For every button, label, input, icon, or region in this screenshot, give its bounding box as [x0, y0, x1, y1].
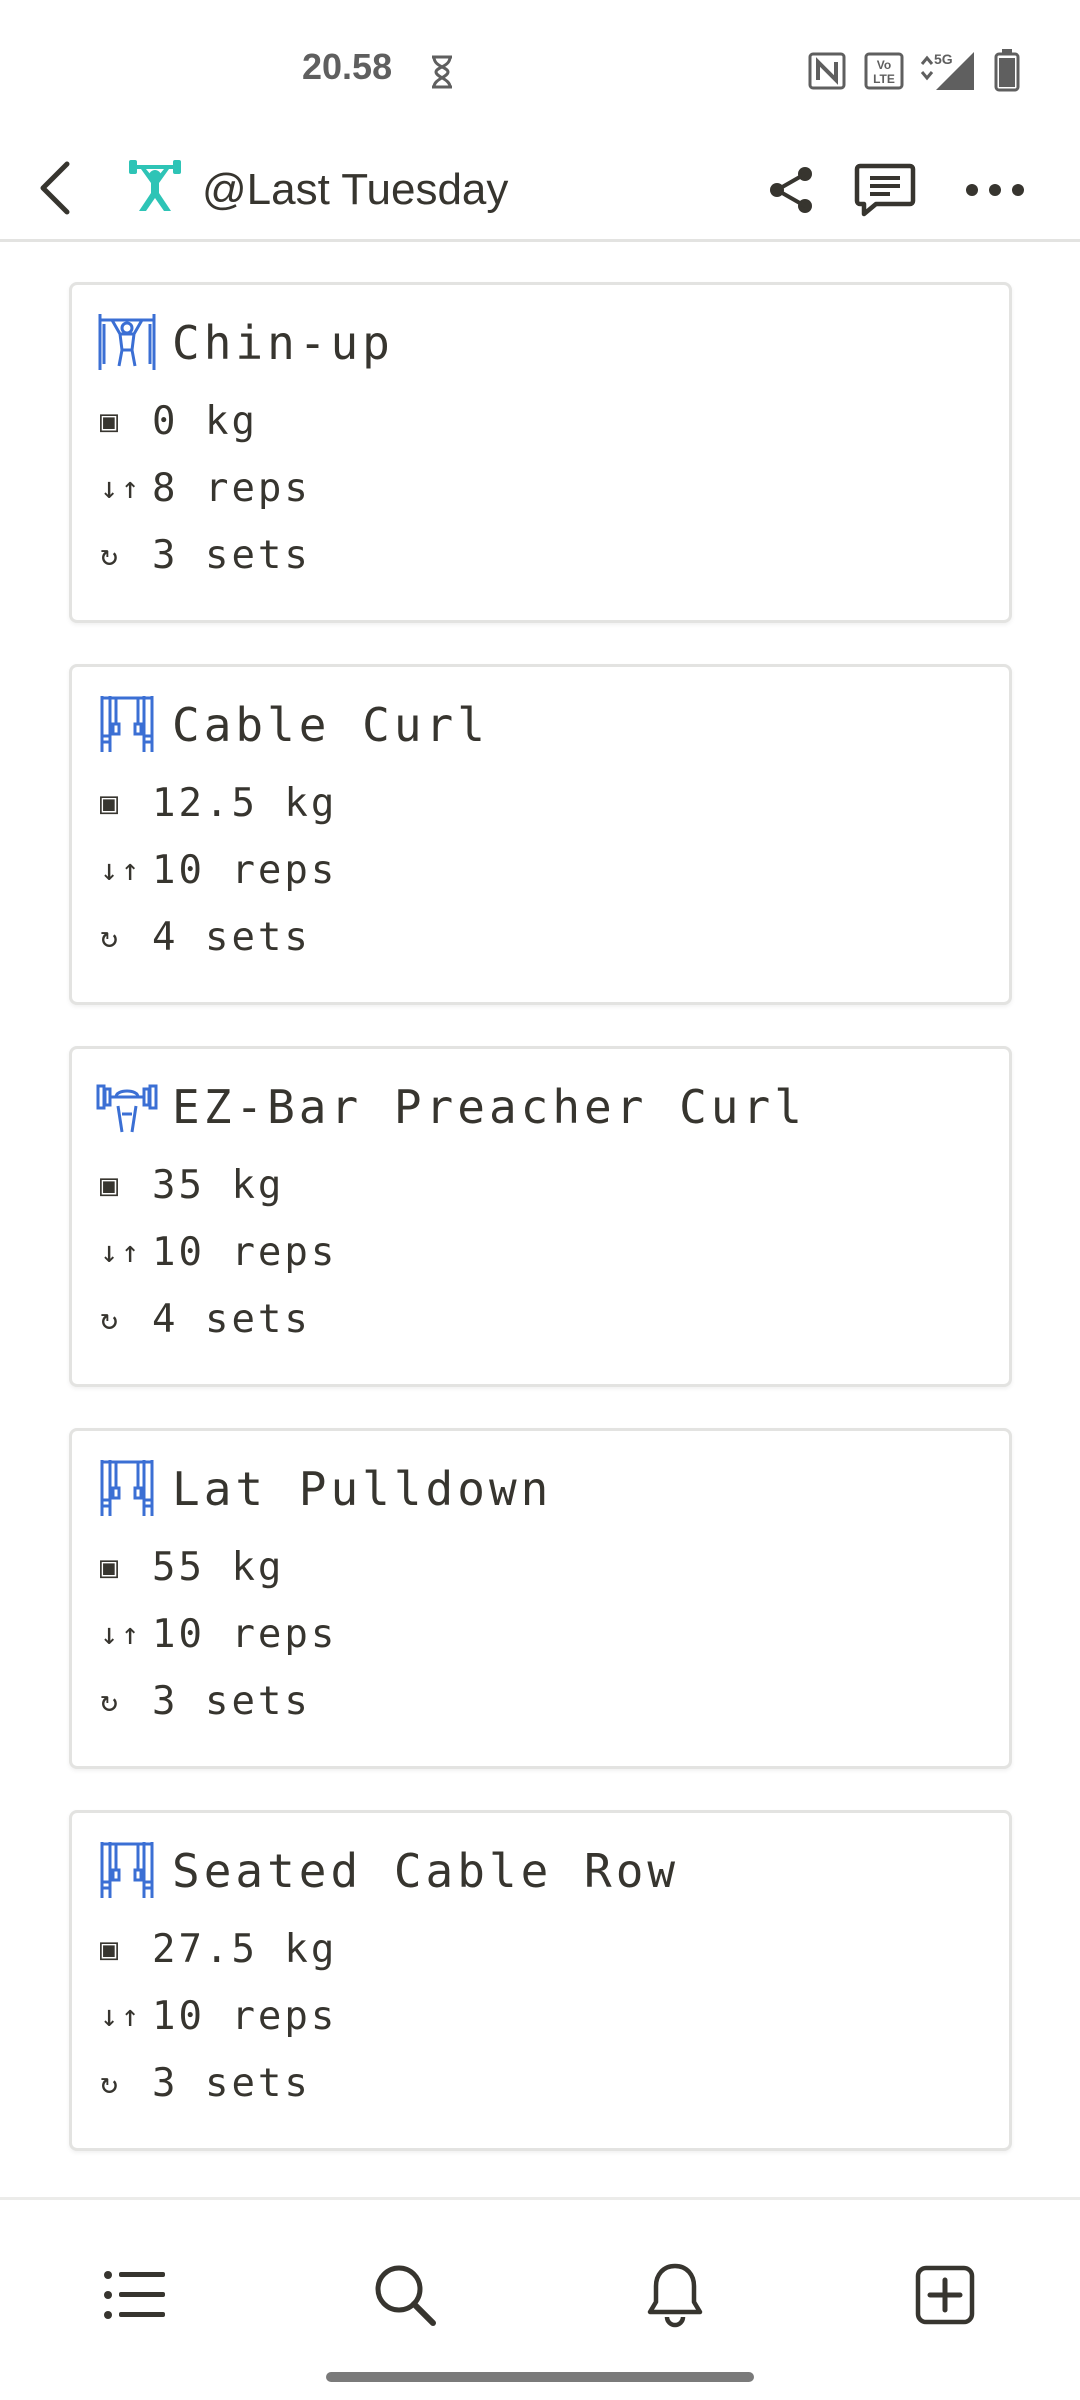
list-icon[interactable] [80, 2240, 190, 2350]
new-page-icon[interactable] [890, 2240, 1000, 2350]
exercise-title-row: EZ-Bar Preacher Curl [96, 1075, 806, 1139]
pull-up-bar-icon [96, 310, 158, 377]
weight-row: ▣ 0 kg [100, 399, 258, 444]
weight-value: 12.5 kg [152, 781, 338, 826]
sets-row: ↻ 4 sets [100, 1297, 311, 1342]
weight-row: ▣ 35 kg [100, 1163, 284, 1208]
sets-icon: ↻ [100, 1302, 122, 1337]
sets-value: 3 sets [152, 1679, 311, 1724]
exercise-list[interactable]: Chin-up ▣ 0 kg ↓↑ 8 reps ↻ 3 sets Cable … [0, 245, 1080, 2200]
volte-icon: Vo LTE [864, 52, 904, 95]
weight-row: ▣ 27.5 kg [100, 1927, 337, 1972]
sets-value: 3 sets [152, 533, 311, 578]
sets-value: 3 sets [152, 2061, 311, 2106]
back-icon[interactable] [20, 148, 90, 228]
battery-icon [994, 48, 1020, 97]
page-title[interactable]: @Last Tuesday [202, 150, 508, 230]
barbell-icon [96, 1074, 158, 1141]
exercise-card[interactable]: Lat Pulldown ▣ 55 kg ↓↑ 10 reps ↻ 3 sets [69, 1428, 1012, 1769]
exercise-name: Chin-up [172, 316, 394, 370]
top-bar: @Last Tuesday [0, 140, 1080, 242]
weightlifter-icon[interactable] [122, 150, 188, 220]
exercise-title-row: Lat Pulldown [96, 1457, 552, 1521]
sets-row: ↻ 3 sets [100, 533, 311, 578]
cable-machine-icon [96, 1838, 158, 1905]
sets-icon: ↻ [100, 2066, 122, 2101]
weight-icon: ▣ [100, 786, 122, 821]
reps-icon: ↓↑ [100, 471, 143, 506]
reps-value: 10 reps [152, 1612, 338, 1657]
reps-value: 10 reps [152, 1994, 338, 2039]
exercise-name: Cable Curl [172, 698, 489, 752]
sets-icon: ↻ [100, 920, 122, 955]
more-icon[interactable] [958, 150, 1032, 230]
sets-row: ↻ 3 sets [100, 2061, 311, 2106]
reps-value: 8 reps [152, 466, 311, 511]
share-icon[interactable] [756, 150, 826, 230]
5g-signal-icon: 5G [918, 48, 976, 97]
exercise-card[interactable]: Seated Cable Row ▣ 27.5 kg ↓↑ 10 reps ↻ … [69, 1810, 1012, 2151]
weight-value: 27.5 kg [152, 1927, 338, 1972]
reps-row: ↓↑ 10 reps [100, 848, 337, 893]
weight-icon: ▣ [100, 1550, 122, 1585]
reps-value: 10 reps [152, 1230, 338, 1275]
sets-value: 4 sets [152, 1297, 311, 1342]
sets-icon: ↻ [100, 538, 122, 573]
reps-value: 10 reps [152, 848, 338, 893]
weight-icon: ▣ [100, 404, 122, 439]
nfc-icon [808, 52, 846, 95]
status-time: 20.58 [302, 46, 393, 87]
reps-row: ↓↑ 10 reps [100, 1230, 337, 1275]
reps-icon: ↓↑ [100, 1999, 143, 2034]
weight-row: ▣ 12.5 kg [100, 781, 337, 826]
comment-icon[interactable] [848, 150, 922, 230]
cable-machine-icon [96, 692, 158, 759]
exercise-name: Seated Cable Row [172, 1844, 680, 1898]
status-bar: 20.58 Vo LTE 5G [0, 0, 1080, 140]
exercise-card[interactable]: EZ-Bar Preacher Curl ▣ 35 kg ↓↑ 10 reps … [69, 1046, 1012, 1387]
reps-icon: ↓↑ [100, 1235, 143, 1270]
hourglass-icon [428, 54, 456, 95]
sets-row: ↻ 3 sets [100, 1679, 311, 1724]
weight-value: 55 kg [152, 1545, 285, 1590]
reps-row: ↓↑ 10 reps [100, 1612, 337, 1657]
search-icon[interactable] [350, 2240, 460, 2350]
exercise-title-row: Seated Cable Row [96, 1839, 679, 1903]
weight-value: 0 kg [152, 399, 258, 444]
sets-value: 4 sets [152, 915, 311, 960]
svg-text:LTE: LTE [873, 72, 895, 86]
svg-text:Vo: Vo [877, 58, 891, 72]
exercise-name: EZ-Bar Preacher Curl [172, 1080, 806, 1134]
reps-row: ↓↑ 8 reps [100, 466, 311, 511]
sets-icon: ↻ [100, 1684, 122, 1719]
svg-text:5G: 5G [934, 51, 953, 67]
bell-icon[interactable] [620, 2240, 730, 2350]
exercise-title-row: Cable Curl [96, 693, 489, 757]
home-indicator[interactable] [326, 2372, 754, 2382]
reps-icon: ↓↑ [100, 853, 143, 888]
weight-value: 35 kg [152, 1163, 285, 1208]
exercise-title-row: Chin-up [96, 311, 394, 375]
exercise-name: Lat Pulldown [172, 1462, 553, 1516]
weight-icon: ▣ [100, 1168, 122, 1203]
cable-machine-icon [96, 1456, 158, 1523]
bottom-nav [0, 2197, 1080, 2400]
weight-icon: ▣ [100, 1932, 122, 1967]
exercise-card[interactable]: Cable Curl ▣ 12.5 kg ↓↑ 10 reps ↻ 4 sets [69, 664, 1012, 1005]
reps-icon: ↓↑ [100, 1617, 143, 1652]
reps-row: ↓↑ 10 reps [100, 1994, 337, 2039]
weight-row: ▣ 55 kg [100, 1545, 284, 1590]
exercise-card[interactable]: Chin-up ▣ 0 kg ↓↑ 8 reps ↻ 3 sets [69, 282, 1012, 623]
sets-row: ↻ 4 sets [100, 915, 311, 960]
